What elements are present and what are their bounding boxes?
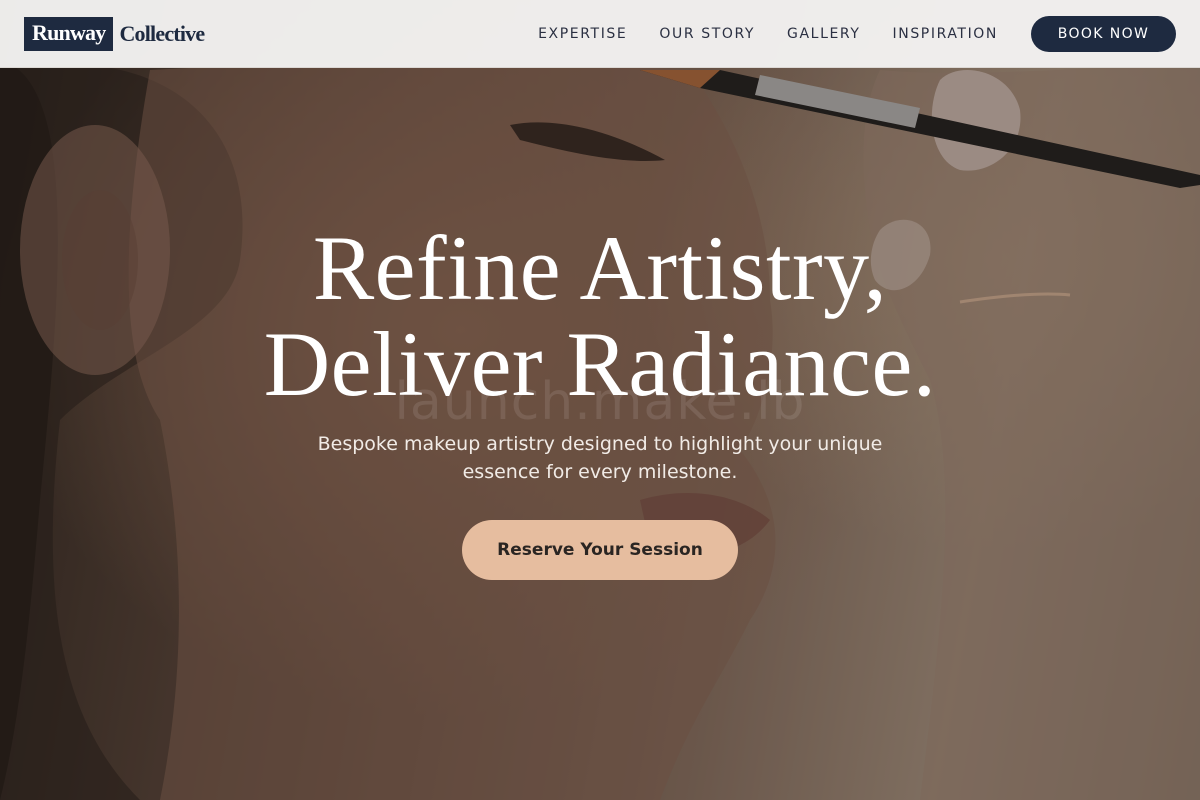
logo-box-text: Runway — [24, 16, 114, 51]
hero-headline: Refine Artistry, Deliver Radiance. — [0, 220, 1200, 412]
reserve-session-button[interactable]: Reserve Your Session — [462, 520, 738, 580]
book-now-button[interactable]: BOOK NOW — [1031, 15, 1176, 52]
site-header: Runway Collective EXPERTISE OUR STORY GA… — [0, 0, 1200, 68]
hero-subtitle: Bespoke makeup artistry designed to high… — [290, 430, 910, 486]
nav-link-inspiration[interactable]: INSPIRATION — [893, 26, 998, 42]
main-nav: EXPERTISE OUR STORY GALLERY INSPIRATION … — [506, 15, 1176, 52]
hero-headline-line2: Deliver Radiance. — [263, 313, 937, 415]
site-logo[interactable]: Runway Collective — [24, 16, 205, 51]
nav-link-our-story[interactable]: OUR STORY — [659, 26, 755, 42]
hero-content: Refine Artistry, Deliver Radiance. Bespo… — [0, 220, 1200, 580]
hero-subtitle-line2: essence for every milestone. — [462, 461, 738, 483]
hero-headline-line1: Refine Artistry, — [312, 217, 888, 319]
logo-text: Collective — [119, 20, 205, 46]
nav-link-expertise[interactable]: EXPERTISE — [538, 26, 627, 42]
nav-link-gallery[interactable]: GALLERY — [787, 26, 860, 42]
hero-subtitle-line1: Bespoke makeup artistry designed to high… — [317, 433, 883, 455]
